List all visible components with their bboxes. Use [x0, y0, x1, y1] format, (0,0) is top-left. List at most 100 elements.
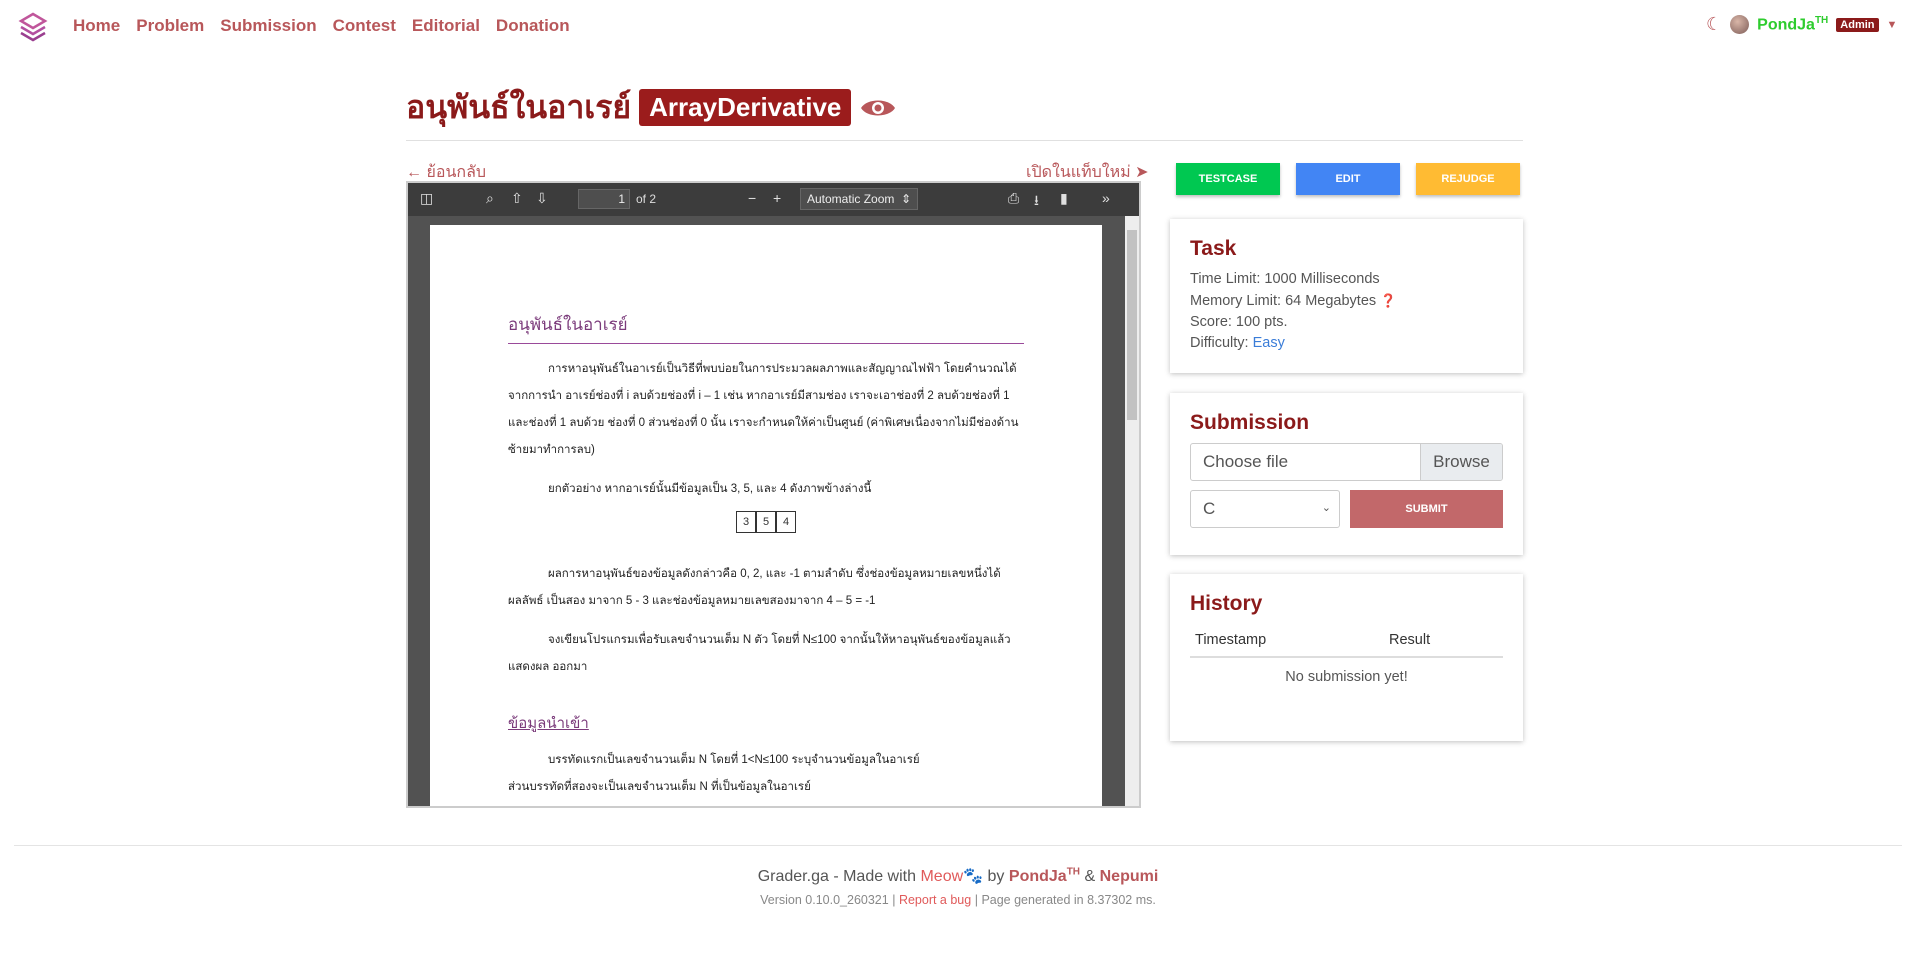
dark-mode-icon[interactable]: ☾: [1706, 14, 1722, 35]
pdf-viewer[interactable]: ◫ ⌕ ⇧ ⇩ 1 of 2 − + Automatic Zoom ⇕ ⎙ ⭳ ▮…: [406, 181, 1141, 808]
nav-contest[interactable]: Contest: [333, 16, 396, 36]
user-menu[interactable]: PondJaTH: [1757, 15, 1828, 34]
difficulty-value[interactable]: Easy: [1253, 335, 1285, 351]
pdf-subheading: ข้อมูลนำเข้า: [508, 715, 589, 732]
testcase-button[interactable]: TESTCASE: [1176, 163, 1280, 195]
file-placeholder[interactable]: Choose file: [1191, 444, 1420, 480]
problem-title-en: ArrayDerivative: [639, 89, 852, 126]
more-tools-icon[interactable]: »: [1102, 190, 1110, 206]
divider: [406, 140, 1523, 141]
submission-title: Submission: [1190, 411, 1310, 434]
eye-icon[interactable]: [859, 96, 897, 120]
difficulty-row: Difficulty: Easy: [1190, 333, 1503, 354]
author-pondja[interactable]: PondJaTH: [1008, 866, 1081, 885]
pdf-paragraph: จงเขียนโปรแกรมเพื่อรับเลขจำนวนเต็ม N ตัว…: [508, 634, 1011, 673]
download-icon[interactable]: ⭳: [1034, 190, 1039, 214]
separator: |: [892, 893, 896, 907]
amp: &: [1084, 868, 1096, 885]
edit-button[interactable]: EDIT: [1296, 163, 1400, 195]
pdf-scrollbar[interactable]: [1125, 216, 1139, 806]
page-count: of 2: [636, 192, 657, 206]
array-cell: 4: [776, 511, 796, 533]
nav-submission[interactable]: Submission: [220, 16, 316, 36]
author-name: PondJa: [1008, 868, 1067, 885]
history-title: History: [1190, 592, 1263, 615]
footer-meta: Version 0.10.0_260321 | Report a bug | P…: [0, 893, 1916, 907]
memory-limit-row: Memory Limit: 64 Megabytes ❓: [1190, 290, 1503, 312]
site-name: Grader.ga: [757, 868, 829, 885]
language-value: C: [1203, 499, 1216, 518]
username: PondJa: [1757, 16, 1815, 34]
select-arrows-icon: ⇕: [900, 192, 911, 206]
empty-state: No submission yet!: [1285, 669, 1408, 685]
array-example: 3 5 4: [508, 511, 1024, 533]
submission-card: Submission Choose file Browse C ⌄ SUBMIT: [1170, 393, 1523, 555]
zoom-value: Automatic Zoom: [807, 192, 895, 206]
file-input[interactable]: Choose file Browse: [1190, 443, 1503, 481]
help-icon[interactable]: ❓: [1380, 293, 1396, 308]
pdf-toolbar: ◫ ⌕ ⇧ ⇩ 1 of 2 − + Automatic Zoom ⇕ ⎙ ⭳ ▮…: [408, 183, 1139, 216]
sidebar-toggle-icon[interactable]: ◫: [420, 190, 433, 207]
column-header-result: Result: [1389, 632, 1431, 648]
pdf-paragraph: ส่วนบรรทัดที่สองจะเป็นเลขจำนวนเต็ม N ที่…: [508, 781, 811, 793]
username-sup: TH: [1814, 14, 1829, 26]
pdf-page: อนุพันธ์ในอาเรย์ การหาอนุพันธ์ในอาเรย์เป…: [430, 225, 1102, 806]
back-label: ย้อนกลับ: [426, 164, 487, 181]
pdf-paragraph: บรรทัดแรกเป็นเลขจำนวนเต็ม N โดยที่ 1<N≤1…: [548, 754, 920, 766]
zoom-select[interactable]: Automatic Zoom ⇕: [800, 188, 918, 210]
difficulty-label: Difficulty:: [1190, 335, 1249, 351]
meow-link[interactable]: Meow: [920, 868, 963, 885]
nav-home[interactable]: Home: [73, 16, 120, 36]
logo-icon[interactable]: [18, 12, 48, 42]
footer-credits: Grader.ga - Made with Meow🐾 by PondJaTH …: [0, 866, 1916, 886]
navbar: Home Problem Submission Contest Editoria…: [0, 0, 1916, 52]
history-table-header: Timestamp Result: [1190, 624, 1503, 658]
paw-icon: 🐾: [963, 868, 984, 885]
page-generated: Page generated in 8.37302 ms.: [981, 893, 1156, 907]
print-icon[interactable]: ⎙: [1008, 190, 1019, 207]
nav-editorial[interactable]: Editorial: [412, 16, 480, 36]
column-header-timestamp: Timestamp: [1195, 632, 1267, 648]
submit-button[interactable]: SUBMIT: [1350, 490, 1503, 528]
open-new-tab-label: เปิดในแท็บใหม่: [1026, 164, 1131, 181]
report-bug-link[interactable]: Report a bug: [899, 893, 971, 907]
task-title: Task: [1190, 237, 1237, 260]
array-cell: 3: [736, 511, 756, 533]
pdf-paragraph: ผลการหาอนุพันธ์ของข้อมูลดังกล่าวคือ 0, 2…: [508, 568, 1001, 607]
search-icon[interactable]: ⌕: [486, 190, 494, 207]
arrow-up-icon[interactable]: ⇧: [511, 190, 523, 207]
avatar[interactable]: [1730, 15, 1750, 34]
time-limit: Time Limit: 1000 Milliseconds: [1190, 271, 1380, 287]
zoom-in-icon[interactable]: +: [773, 190, 781, 206]
separator: |: [974, 893, 978, 907]
task-card: Task Time Limit: 1000 Milliseconds Memor…: [1170, 219, 1523, 373]
array-cell: 5: [756, 511, 776, 533]
chevron-down-icon: ⌄: [1321, 502, 1331, 514]
rejudge-button[interactable]: REJUDGE: [1416, 163, 1520, 195]
history-card: History Timestamp Result No submission y…: [1170, 574, 1523, 741]
chevron-down-icon[interactable]: ▼: [1887, 19, 1898, 31]
memory-limit: Memory Limit: 64 Megabytes: [1190, 293, 1377, 309]
made-with: - Made with: [833, 868, 917, 885]
score: Score: 100 pts.: [1190, 314, 1288, 330]
arrow-down-icon[interactable]: ⇩: [536, 190, 548, 207]
author-sup: TH: [1066, 866, 1081, 878]
admin-badge: Admin: [1836, 17, 1879, 32]
version: Version 0.10.0_260321: [760, 893, 889, 907]
bookmark-icon[interactable]: ▮: [1060, 190, 1068, 207]
browse-button[interactable]: Browse: [1420, 444, 1502, 480]
send-icon: ➤: [1135, 164, 1149, 181]
footer-divider: [14, 845, 1902, 846]
zoom-out-icon[interactable]: −: [748, 190, 756, 206]
page-number-input[interactable]: 1: [578, 189, 630, 209]
author-nepumi[interactable]: Nepumi: [1100, 868, 1159, 885]
pdf-heading: อนุพันธ์ในอาเรย์: [508, 311, 1024, 344]
scroll-thumb[interactable]: [1127, 230, 1137, 420]
by-text: by: [987, 868, 1005, 885]
nav-problem[interactable]: Problem: [136, 16, 204, 36]
problem-title-th: อนุพันธ์ในอาเรย์: [406, 89, 632, 125]
pdf-paragraph: ยกตัวอย่าง หากอาเรย์นั้นมีข้อมูลเป็น 3, …: [548, 483, 872, 495]
language-select[interactable]: C ⌄: [1190, 490, 1340, 528]
nav-donation[interactable]: Donation: [496, 16, 570, 36]
pdf-paragraph: การหาอนุพันธ์ในอาเรย์เป็นวิธีที่พบบ่อยใน…: [508, 363, 1019, 456]
